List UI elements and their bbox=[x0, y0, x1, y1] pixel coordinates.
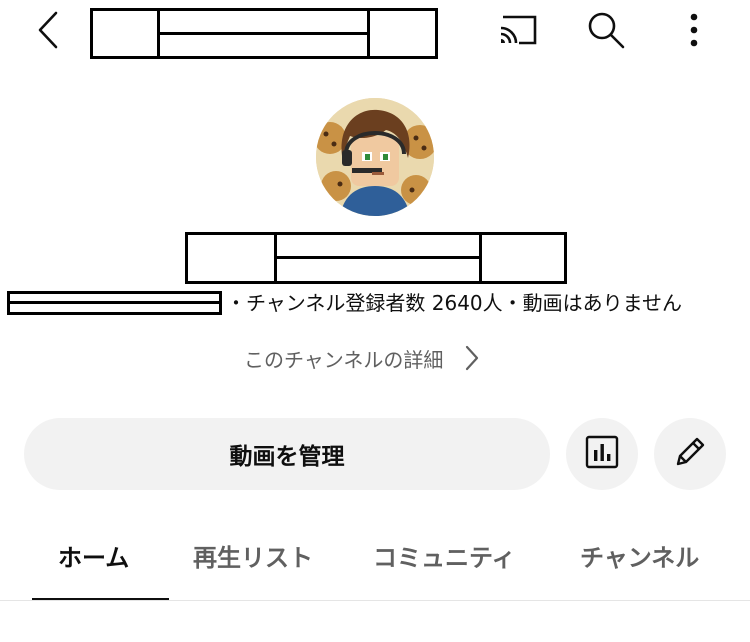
cast-button[interactable] bbox=[494, 12, 542, 52]
analytics-icon bbox=[585, 435, 619, 473]
more-vertical-icon bbox=[689, 12, 699, 52]
cast-icon bbox=[497, 13, 539, 51]
avatar-illustration bbox=[316, 98, 434, 216]
more-options-button[interactable] bbox=[672, 10, 716, 54]
channel-tabs: ホーム 再生リスト コミュニティ チャンネル bbox=[0, 520, 750, 601]
search-icon bbox=[586, 10, 626, 54]
redacted-channel-title bbox=[90, 8, 438, 59]
edit-channel-button[interactable] bbox=[654, 418, 726, 490]
channel-stats: ・チャンネル登録者数 2640人・動画はありません bbox=[226, 291, 683, 315]
tab-community[interactable]: コミュニティ bbox=[373, 538, 516, 573]
tabs-divider bbox=[0, 600, 750, 601]
tab-channels[interactable]: チャンネル bbox=[580, 538, 699, 573]
manage-videos-button[interactable]: 動画を管理 bbox=[24, 418, 550, 490]
chevron-right-icon bbox=[465, 345, 479, 371]
redacted-channel-handle bbox=[7, 291, 222, 315]
tab-playlists[interactable]: 再生リスト bbox=[193, 538, 313, 573]
pencil-icon bbox=[672, 434, 708, 474]
back-button[interactable] bbox=[28, 10, 68, 54]
redacted-channel-name bbox=[185, 232, 567, 284]
tab-home[interactable]: ホーム bbox=[58, 538, 129, 573]
channel-details-label: このチャンネルの詳細 bbox=[244, 347, 444, 372]
chevron-left-icon bbox=[35, 10, 61, 54]
channel-details-link[interactable]: このチャンネルの詳細 bbox=[244, 341, 479, 375]
analytics-button[interactable] bbox=[566, 418, 638, 490]
search-button[interactable] bbox=[583, 10, 629, 54]
top-app-bar bbox=[0, 0, 750, 64]
channel-avatar[interactable] bbox=[316, 98, 434, 216]
